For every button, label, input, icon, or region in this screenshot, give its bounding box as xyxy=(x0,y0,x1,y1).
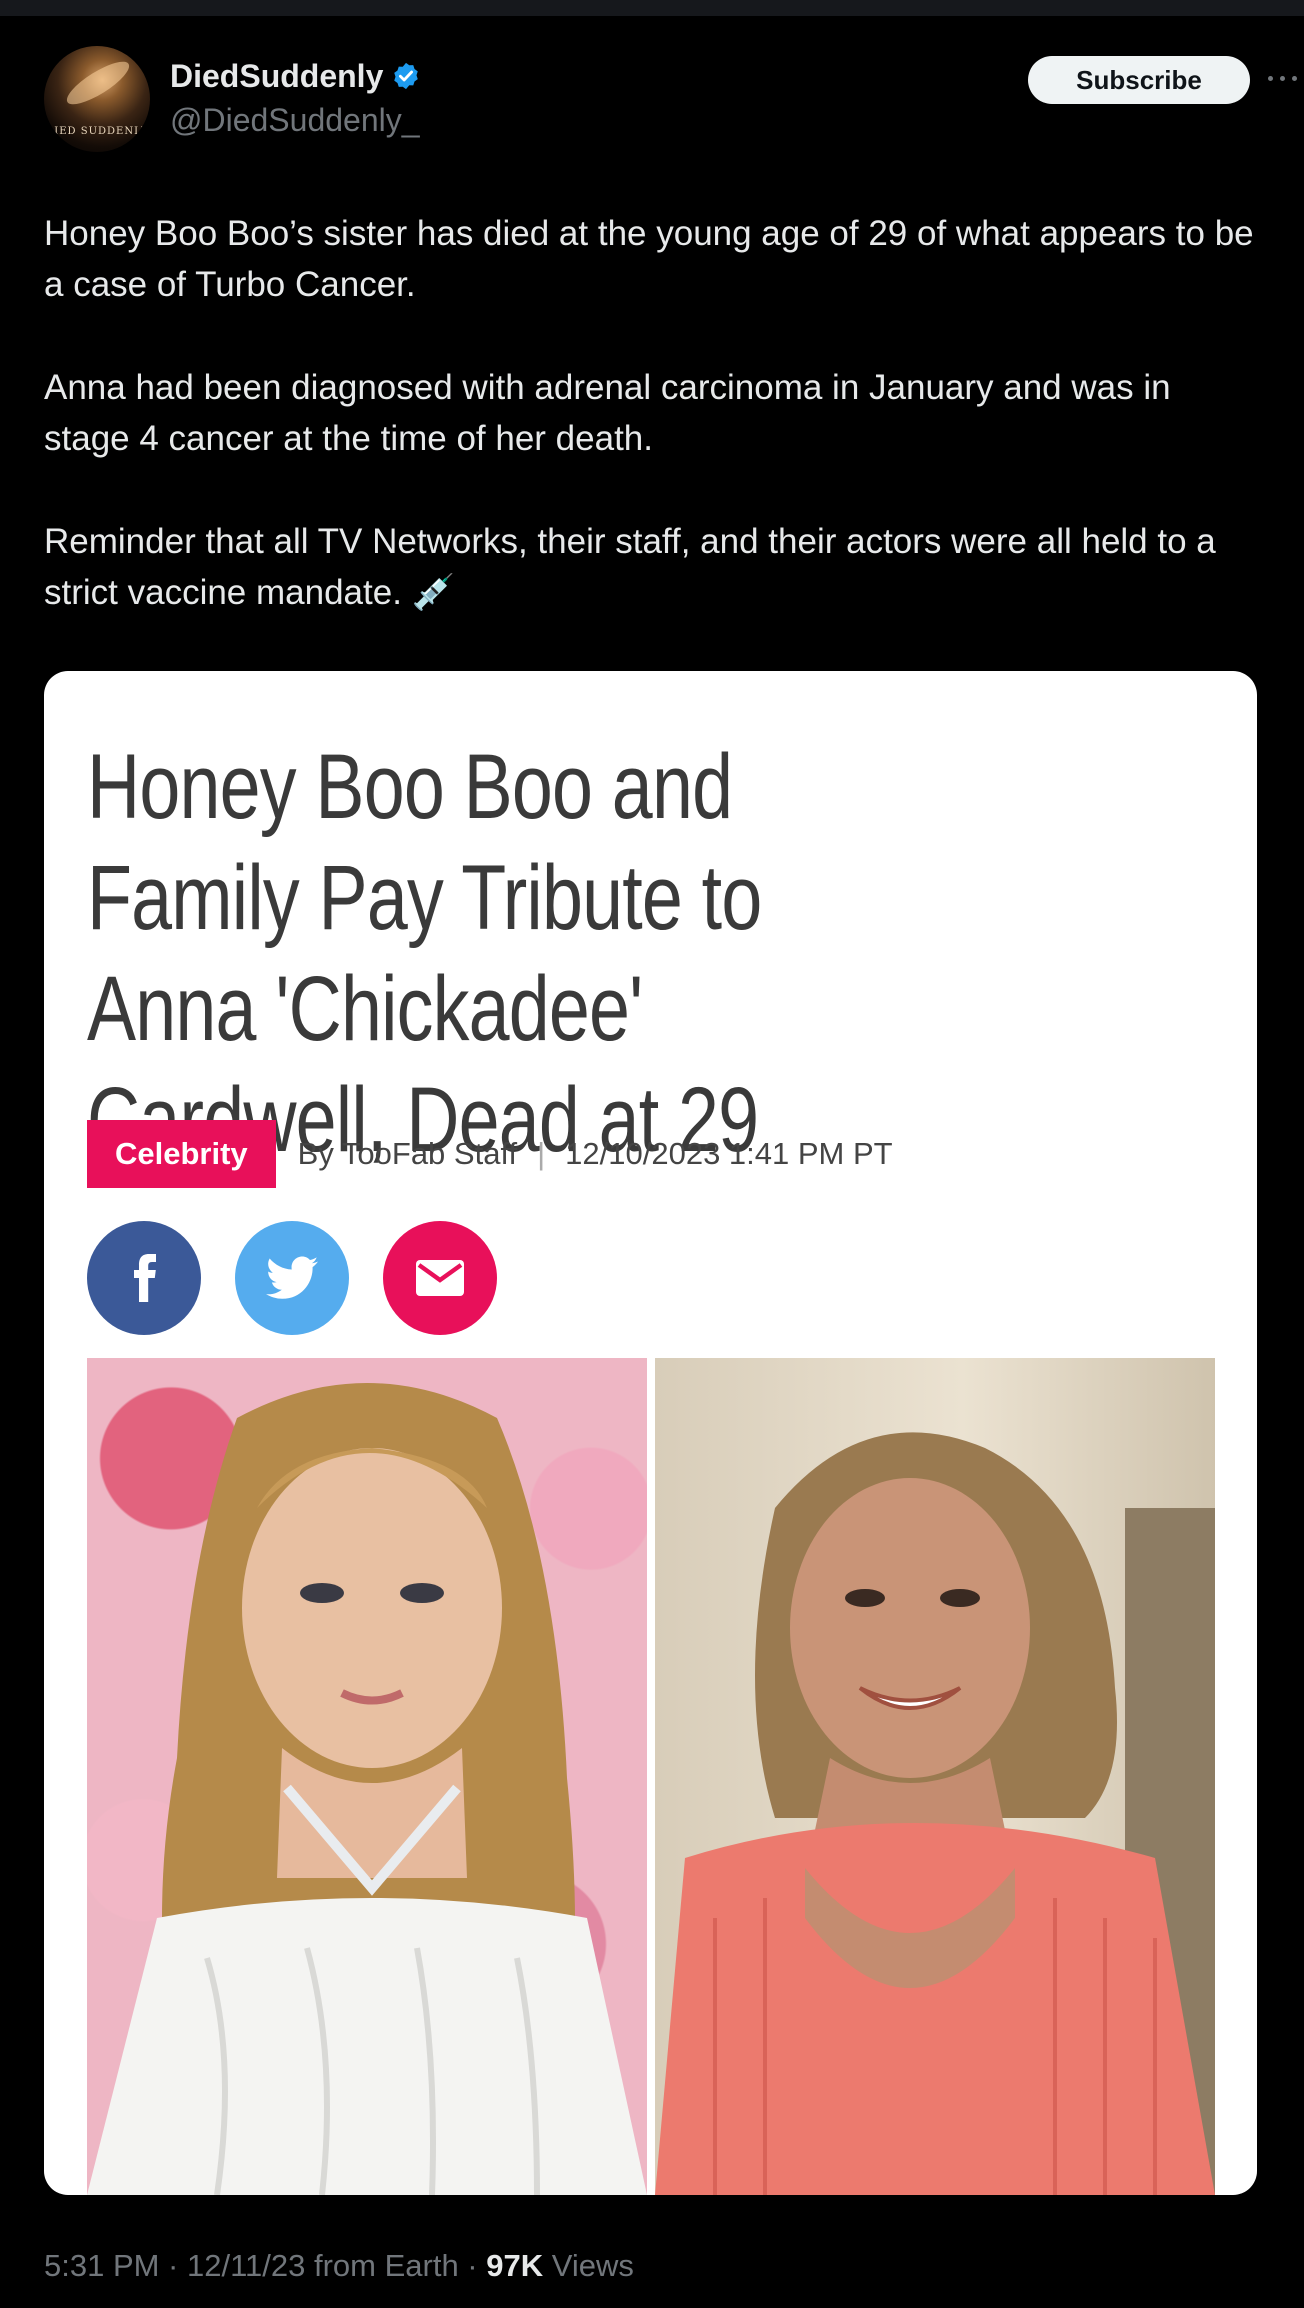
facebook-icon xyxy=(134,1254,156,1302)
portrait-left xyxy=(87,1383,647,2195)
avatar[interactable]: DIED SUDDENLY xyxy=(44,46,150,152)
article-image[interactable] xyxy=(87,1358,1215,2195)
verified-badge-icon xyxy=(394,62,419,90)
photo-right xyxy=(655,1358,1215,2195)
tweet-paragraph: Honey Boo Boo’s sister has died at the y… xyxy=(44,214,1254,304)
tweet-header: DIED SUDDENLY DiedSuddenly @DiedSuddenly… xyxy=(44,46,1297,156)
display-name[interactable]: DiedSuddenly xyxy=(170,58,383,95)
tweet-paragraph: Anna had been diagnosed with adrenal car… xyxy=(44,368,1171,458)
twitter-share-button[interactable] xyxy=(235,1221,349,1335)
tweet-paragraph: Reminder that all TV Networks, their sta… xyxy=(44,522,1216,612)
article-meta: Celebrity By TooFab Staff | 12/10/2023 1… xyxy=(87,1120,893,1188)
tweet-text: Honey Boo Boo’s sister has died at the y… xyxy=(44,208,1260,618)
views-label: Views xyxy=(543,2248,634,2283)
article-byline: By TooFab Staff xyxy=(297,1136,518,1171)
avatar-text: DIED SUDDENLY xyxy=(45,126,149,137)
avatar-light-streak xyxy=(61,54,135,112)
email-share-button[interactable] xyxy=(383,1221,497,1335)
portrait-right xyxy=(655,1432,1215,2195)
subscribe-button[interactable]: Subscribe xyxy=(1028,56,1250,104)
top-bar xyxy=(0,0,1304,16)
meta-separator: | xyxy=(537,1136,546,1171)
photo-divider xyxy=(647,1358,655,2195)
category-badge[interactable]: Celebrity xyxy=(87,1120,276,1188)
share-buttons xyxy=(87,1221,497,1335)
tweet-footer: 5:31 PM · 12/11/23 from Earth · 97K View… xyxy=(44,2248,634,2284)
photo-left xyxy=(87,1358,647,2195)
views-count: 97K xyxy=(486,2248,544,2283)
tweet-timestamp[interactable]: 5:31 PM · 12/11/23 from Earth · xyxy=(44,2248,486,2283)
article-headline[interactable]: Honey Boo Boo and Family Pay Tribute to … xyxy=(87,732,919,1176)
name-row: DiedSuddenly xyxy=(170,56,421,96)
more-icon[interactable] xyxy=(1268,62,1300,94)
facebook-share-button[interactable] xyxy=(87,1221,201,1335)
mail-icon xyxy=(416,1260,464,1296)
handle[interactable]: @DiedSuddenly_ xyxy=(170,102,420,139)
twitter-icon xyxy=(266,1256,318,1299)
link-card[interactable]: Honey Boo Boo and Family Pay Tribute to … xyxy=(44,671,1257,2195)
article-date: 12/10/2023 1:41 PM PT xyxy=(565,1136,893,1171)
